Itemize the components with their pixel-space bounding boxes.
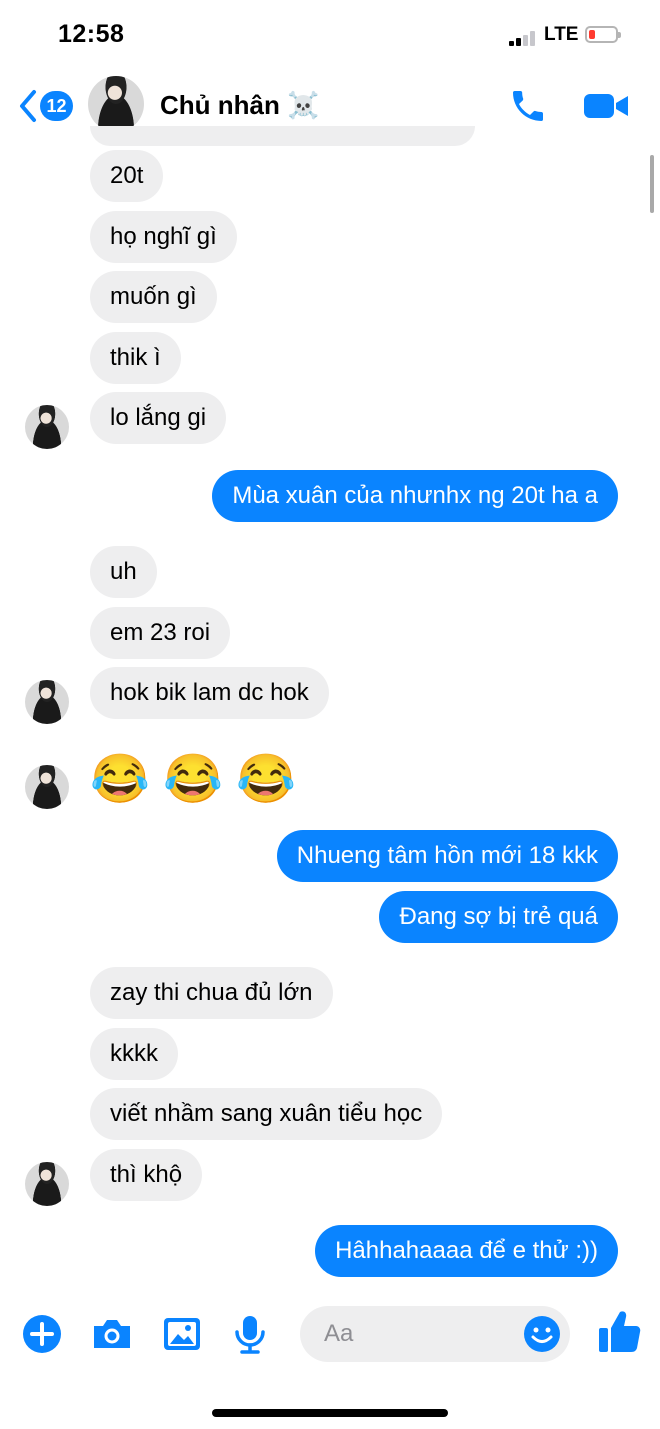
message-incoming[interactable]: kkkk [90,1028,178,1080]
emoji-message[interactable]: 😂 😂 😂 [90,752,296,808]
unread-badge: 12 [40,91,73,121]
message-incoming[interactable]: hok bik lam dc hok [90,667,329,719]
thumbs-up-icon[interactable] [596,1308,642,1356]
message-input[interactable]: Aa [300,1306,570,1362]
status-bar: 12:58 LTE [0,0,660,70]
message-incoming[interactable]: lo lắng gi [90,392,227,444]
microphone-icon[interactable] [228,1312,272,1356]
back-button[interactable]: 12 [18,86,80,126]
message-incoming[interactable]: viết nhầm sang xuân tiểu học [90,1088,443,1140]
plus-circle-icon[interactable] [20,1312,64,1356]
message-incoming[interactable]: muốn gì [90,271,217,323]
message-bubble-partial [90,126,475,146]
message-input-placeholder: Aa [324,1320,354,1347]
smiley-icon[interactable] [522,1314,562,1354]
signal-icon [509,30,539,46]
message-incoming[interactable]: họ nghĩ gì [90,211,237,263]
video-camera-icon[interactable] [582,91,630,121]
sender-avatar[interactable] [25,765,69,809]
message-incoming[interactable]: thik ì [90,332,181,384]
network-label: LTE [544,24,579,45]
contact-name[interactable]: Chủ nhân ☠️ [160,90,319,121]
sender-avatar[interactable] [25,1162,69,1206]
message-outgoing[interactable]: Đang sợ bị trẻ quá [379,891,618,943]
phone-icon[interactable] [508,86,548,126]
photo-icon[interactable] [160,1312,204,1356]
chevron-left-icon [20,90,36,122]
message-outgoing[interactable]: Nhueng tâm hồn mới 18 kkk [276,830,618,882]
status-time: 12:58 [58,20,125,48]
message-incoming[interactable]: thì khộ [90,1149,203,1201]
message-incoming[interactable]: zay thi chua đủ lớn [90,967,333,1019]
message-incoming[interactable]: em 23 roi [90,607,231,659]
message-outgoing[interactable]: Mùa xuân của nhưnhx ng 20t ha a [212,470,618,522]
camera-icon[interactable] [90,1312,134,1356]
home-indicator[interactable] [212,1409,448,1417]
sender-avatar[interactable] [25,680,69,724]
battery-icon [585,26,621,43]
message-outgoing[interactable]: Hâhhahaaaa để e thử :)) [315,1225,618,1277]
sender-avatar[interactable] [25,405,69,449]
message-incoming[interactable]: 20t [90,150,164,202]
scroll-indicator[interactable] [650,155,654,213]
composer-bar: Aa [0,1294,660,1374]
message-incoming[interactable]: uh [90,546,157,598]
contact-avatar[interactable] [88,76,144,132]
